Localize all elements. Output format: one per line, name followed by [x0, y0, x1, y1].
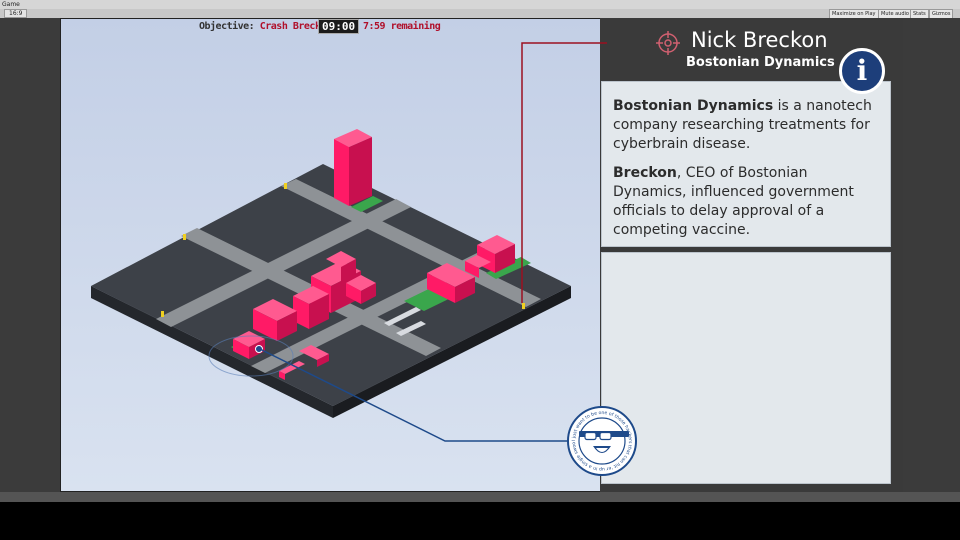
- game-viewport[interactable]: Objective: Crash Breckon 09:00 7:59 rema…: [60, 18, 610, 492]
- bottom-strip: [0, 492, 960, 502]
- company-name-bold: Bostonian Dynamics: [613, 98, 774, 114]
- target-name: Nick Breckon: [691, 28, 828, 52]
- crosshair-icon: [656, 31, 680, 55]
- target-company: Bostonian Dynamics: [686, 55, 835, 70]
- target-description: Breckon, CEO of Bostonian Dynamics, infl…: [613, 164, 880, 240]
- info-glyph: i: [856, 54, 868, 87]
- building-tower: [334, 139, 349, 206]
- game-tab[interactable]: Game: [2, 0, 20, 9]
- info-icon[interactable]: i: [839, 48, 885, 94]
- editor-toolbar: 16:9 Maximize on Play Mute audio Stats G…: [0, 9, 960, 19]
- info-card: Bostonian Dynamics is a nanotech company…: [601, 81, 891, 247]
- marker-icon: [183, 234, 186, 240]
- marker-icon: [161, 311, 164, 317]
- aspect-dropdown[interactable]: 16:9: [4, 9, 28, 18]
- secondary-card: [601, 252, 891, 484]
- target-pin-icon[interactable]: [255, 345, 263, 353]
- company-description: Bostonian Dynamics is a nanotech company…: [613, 97, 880, 154]
- marker-icon: [284, 183, 287, 189]
- laughing-man-icon[interactable]: I just want to be one of those hackers t…: [567, 406, 637, 476]
- building-tower-side: [349, 137, 372, 206]
- target-surname-bold: Breckon: [613, 165, 677, 181]
- marker-icon: [522, 303, 525, 309]
- city-map[interactable]: [61, 19, 609, 491]
